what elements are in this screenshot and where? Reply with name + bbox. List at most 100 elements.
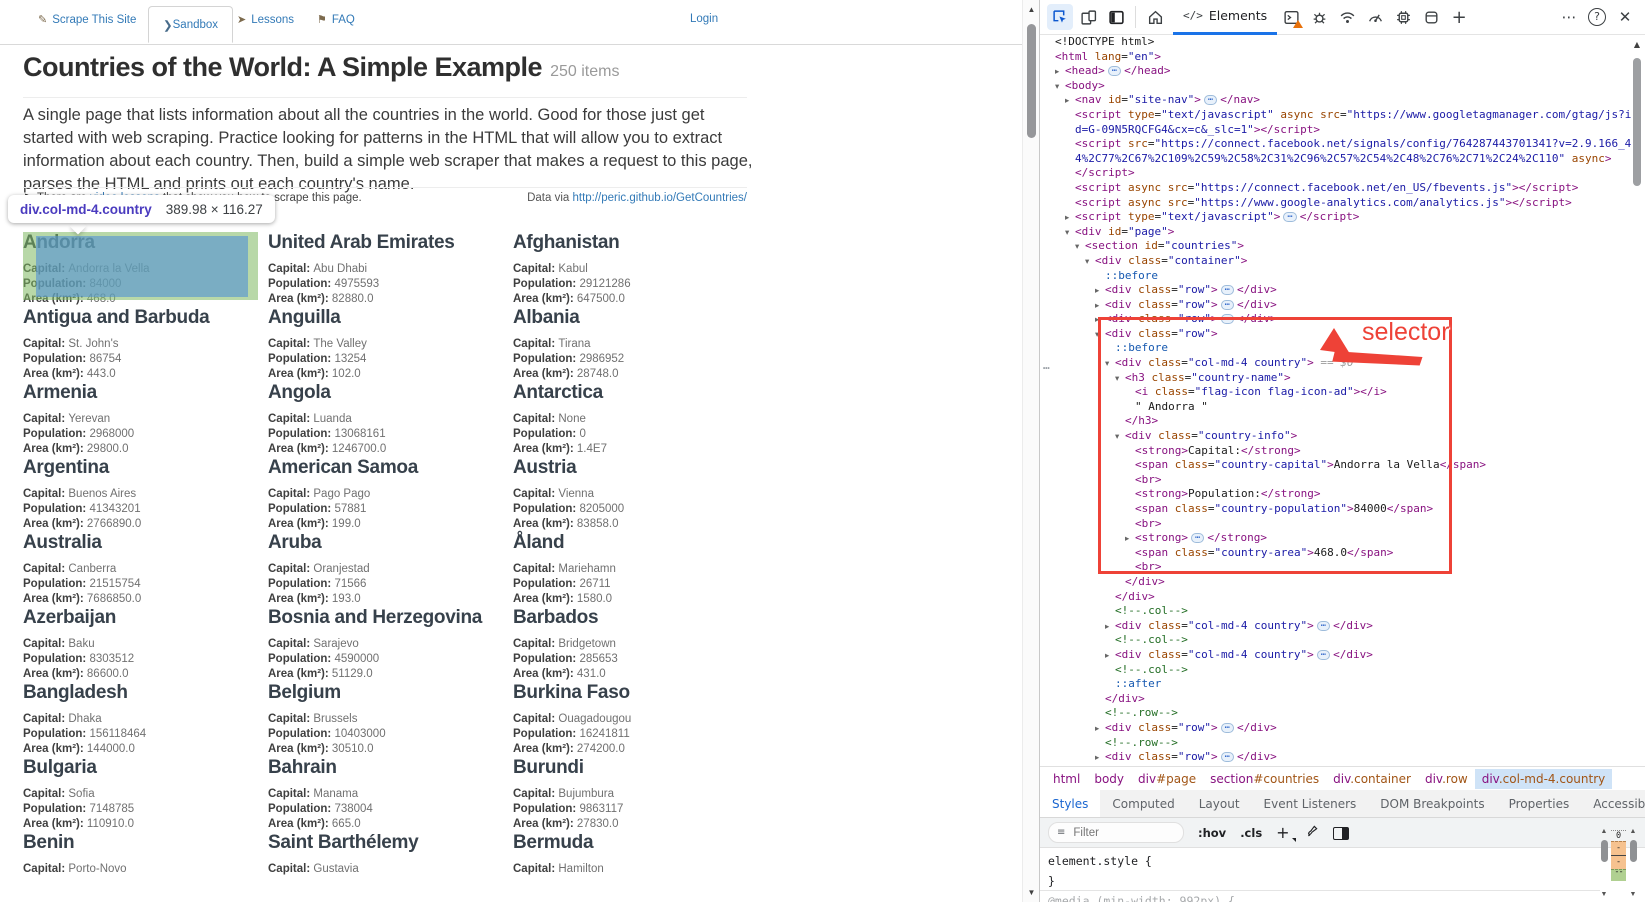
inline-expand-icon[interactable]: ⋯ [1221, 300, 1234, 310]
breadcrumb-item[interactable]: html [1046, 769, 1087, 789]
scrollbar-thumb[interactable] [1630, 840, 1637, 862]
expand-caret-icon[interactable]: ▸ [1095, 313, 1105, 328]
breadcrumb-item[interactable]: div.container [1326, 769, 1418, 789]
scroll-up-icon[interactable]: ▲ [1631, 40, 1643, 49]
inline-expand-icon[interactable]: ⋯ [1221, 723, 1234, 733]
scroll-down-icon[interactable]: ▼ [1023, 888, 1040, 897]
expand-caret-icon[interactable]: ▸ [1105, 620, 1115, 635]
styles-scrollbar[interactable]: ▲ ▼ [1598, 828, 1610, 898]
sidebar-tab-accessibility[interactable]: Accessibility [1581, 790, 1645, 817]
dom-node[interactable]: ▾<div id="page"> [1040, 225, 1645, 240]
dom-node[interactable]: ▸<head>⋯</head> [1040, 64, 1645, 79]
dom-node[interactable]: <span class="country-capital">Andorra la… [1040, 458, 1645, 473]
console-warning-icon[interactable] [1278, 4, 1304, 30]
expand-caret-icon[interactable]: ▸ [1095, 751, 1105, 766]
dom-node[interactable]: <!--.row--> [1040, 706, 1645, 721]
devtools-tree-scrollbar[interactable]: ▲ [1631, 40, 1643, 760]
dom-node[interactable]: ▾<div class="container"> [1040, 254, 1645, 269]
expand-caret-icon[interactable]: ▸ [1055, 65, 1065, 80]
breadcrumb-item[interactable]: body [1087, 769, 1131, 789]
page-scrollbar-thumb[interactable] [1027, 24, 1036, 138]
dom-node[interactable]: ▸<script type="text/javascript">⋯</scrip… [1040, 210, 1645, 225]
dom-node[interactable]: ::before [1040, 341, 1645, 356]
dom-node[interactable]: ▸<strong>⋯</strong> [1040, 531, 1645, 546]
toggle-hover-state-button[interactable]: :hov [1198, 826, 1226, 840]
dom-node[interactable]: <!--.col--> [1040, 663, 1645, 678]
expand-caret-icon[interactable]: ▾ [1115, 430, 1125, 445]
scroll-up-icon[interactable]: ▲ [1627, 828, 1639, 835]
device-emulation-icon[interactable] [1075, 4, 1101, 30]
dom-node[interactable]: </script> [1040, 166, 1645, 181]
rendering-brush-icon[interactable] [1304, 824, 1319, 842]
dom-node[interactable]: <strong>Capital:</strong> [1040, 444, 1645, 459]
scroll-down-icon[interactable]: ▼ [1627, 891, 1639, 898]
dom-node[interactable]: </div> [1040, 590, 1645, 605]
dom-node[interactable]: </div> [1040, 575, 1645, 590]
node-menu-dots-icon[interactable]: … [1043, 359, 1051, 372]
dom-node[interactable]: <!--.col--> [1040, 604, 1645, 619]
styles-filter-input[interactable] [1071, 826, 1155, 840]
dom-node[interactable]: ▸<div class="row">⋯</div> [1040, 750, 1645, 765]
tab-elements[interactable]: </> Elements [1173, 0, 1277, 35]
expand-caret-icon[interactable]: ▾ [1085, 255, 1095, 270]
inline-expand-icon[interactable]: ⋯ [1221, 314, 1234, 324]
dom-node[interactable]: ▾<div class="country-info"> [1040, 429, 1645, 444]
dom-node[interactable]: <html lang="en"> [1040, 50, 1645, 65]
sidebar-tab-event-listeners[interactable]: Event Listeners [1252, 790, 1369, 817]
dom-node[interactable]: <i class="flag-icon flag-icon-ad"></i> [1040, 385, 1645, 400]
expand-caret-icon[interactable]: ▾ [1065, 226, 1075, 241]
dom-node[interactable]: d=G-09N5RQCFG4&cx=c&_slc=1"></script> [1040, 123, 1645, 138]
issues-bug-icon[interactable] [1306, 4, 1332, 30]
expand-caret-icon[interactable]: ▾ [1075, 240, 1085, 255]
tree-scrollbar-thumb[interactable] [1633, 58, 1641, 186]
sidebar-tab-styles[interactable]: Styles [1040, 790, 1100, 817]
memory-chip-icon[interactable] [1390, 4, 1416, 30]
dom-node[interactable]: <br> [1040, 473, 1645, 488]
toggle-computed-sidebar-icon[interactable] [1333, 826, 1349, 840]
breadcrumb-item[interactable]: div#page [1131, 769, 1203, 789]
expand-caret-icon[interactable]: ▸ [1095, 284, 1105, 299]
expand-caret-icon[interactable]: ▸ [1095, 299, 1105, 314]
help-icon[interactable]: ? [1584, 4, 1610, 30]
sidebar-tab-dom-breakpoints[interactable]: DOM Breakpoints [1368, 790, 1496, 817]
sidebar-scrollbar[interactable]: ▲ ▼ [1627, 828, 1639, 898]
inline-expand-icon[interactable]: ⋯ [1221, 285, 1234, 295]
expand-caret-icon[interactable]: ▾ [1055, 80, 1065, 95]
panel-layout-icon[interactable] [1103, 4, 1129, 30]
dom-node[interactable]: <br> [1040, 560, 1645, 575]
expand-caret-icon[interactable]: ▸ [1065, 211, 1075, 226]
scroll-down-icon[interactable]: ▼ [1598, 891, 1610, 898]
performance-gauge-icon[interactable] [1362, 4, 1388, 30]
new-style-rule-button[interactable]: + [1276, 823, 1289, 842]
breadcrumb-item[interactable]: div.col-md-4.country [1475, 769, 1613, 789]
add-tools-icon[interactable]: + [1446, 4, 1472, 30]
dom-node[interactable]: <!DOCTYPE html> [1040, 35, 1645, 50]
dom-node[interactable]: <strong>Population:</strong> [1040, 487, 1645, 502]
dom-node[interactable]: <script src="https://connect.facebook.ne… [1040, 137, 1645, 152]
dom-node[interactable]: <!--.col--> [1040, 633, 1645, 648]
home-icon[interactable] [1142, 4, 1168, 30]
dom-node[interactable]: <script type="text/javascript" async src… [1040, 108, 1645, 123]
dom-node[interactable]: ▾<h3 class="country-name"> [1040, 371, 1645, 386]
dom-node[interactable]: ▸<div class="row">⋯</div> [1040, 312, 1645, 327]
expand-caret-icon[interactable]: ▾ [1095, 328, 1105, 343]
inline-expand-icon[interactable]: ⋯ [1317, 650, 1330, 660]
inline-expand-icon[interactable]: ⋯ [1108, 66, 1121, 76]
inline-expand-icon[interactable]: ⋯ [1221, 752, 1234, 762]
inspect-element-icon[interactable] [1047, 4, 1073, 30]
expand-caret-icon[interactable]: ▾ [1105, 357, 1115, 372]
breadcrumb-item[interactable]: section#countries [1203, 769, 1326, 789]
inline-expand-icon[interactable]: ⋯ [1317, 621, 1330, 631]
dom-node[interactable]: <br> [1040, 517, 1645, 532]
dom-node[interactable]: ▾<body> [1040, 79, 1645, 94]
dom-node[interactable]: " Andorra " [1040, 400, 1645, 415]
application-box-icon[interactable] [1418, 4, 1444, 30]
scroll-up-icon[interactable]: ▲ [1598, 828, 1610, 835]
sidebar-tab-computed[interactable]: Computed [1100, 790, 1186, 817]
expand-caret-icon[interactable]: ▸ [1095, 722, 1105, 737]
expand-caret-icon[interactable]: ▸ [1065, 94, 1075, 109]
dom-node[interactable]: </div> [1040, 692, 1645, 707]
breadcrumb-item[interactable]: div.row [1418, 769, 1475, 789]
dom-node[interactable]: ▸<div class="col-md-4 country">⋯</div> [1040, 648, 1645, 663]
toggle-class-button[interactable]: .cls [1240, 826, 1262, 840]
